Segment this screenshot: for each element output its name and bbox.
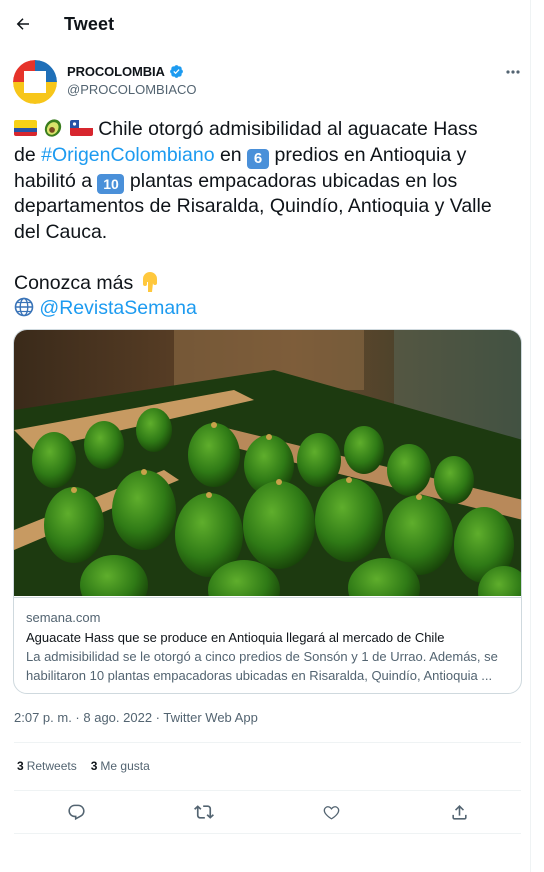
reply-button[interactable] (61, 797, 91, 827)
card-domain: semana.com (26, 610, 101, 625)
header: Tweet (0, 0, 531, 50)
tweet-segment: en (214, 143, 248, 166)
action-bar (0, 797, 531, 827)
arrow-left-icon (16, 18, 29, 30)
reply-icon (67, 804, 85, 820)
divider (14, 742, 521, 743)
card-title: Aguacate Hass que se produce en Antioqui… (26, 630, 445, 645)
card-description-line-2: habilitaron 10 plantas empacadoras ubica… (26, 668, 493, 683)
card-body: semana.com Aguacate Hass que se produce … (14, 597, 521, 693)
pointing-down-hand-icon (142, 271, 157, 292)
retweets-label: Retweets (26, 759, 77, 773)
tweet-line-mention: @RevistaSemana (14, 296, 514, 322)
tweet-line-conozca: Conozca más (14, 271, 514, 297)
tweet-meta: 2:07 p. m. · 8 ago. 2022 · Twitter Web A… (14, 710, 258, 725)
author-handle[interactable]: @PROCOLOMBIACO (67, 82, 197, 97)
tweet-segment: habilitó a (14, 169, 98, 192)
author-name-text: PROCOLOMBIA (67, 64, 165, 79)
meta-separator: · (152, 710, 164, 725)
page-title: Tweet (64, 14, 115, 34)
like-button[interactable] (316, 797, 346, 827)
share-button[interactable] (444, 797, 474, 827)
tweet-time[interactable]: 2:07 p. m. (14, 710, 72, 725)
tweet-line-1: Chile otorgó admisibilidad al aguacate H… (14, 117, 514, 143)
keycap-number: 6 (247, 148, 270, 169)
heart-icon (323, 805, 339, 820)
procolombia-logo (13, 60, 57, 104)
card-image (14, 330, 521, 596)
share-icon (451, 804, 467, 820)
card-description-line-1: La admisibilidad se le otorgó a cinco pr… (26, 649, 498, 664)
mention-link[interactable]: @RevistaSemana (39, 297, 196, 319)
likes-stat[interactable]: 3 Me gusta (91, 759, 150, 773)
back-button[interactable] (9, 10, 37, 38)
tweet-column: Tweet PROCOLOMBIA @PROCOLOMBIACO Chile o… (0, 0, 531, 872)
tweet-stats: 3 Retweets 3 Me gusta (17, 759, 150, 773)
retweets-stat[interactable]: 3 Retweets (17, 759, 77, 773)
tweet-segment: Conozca más (14, 271, 139, 294)
likes-count: 3 (90, 759, 98, 773)
avocado-icon (45, 119, 62, 137)
tweet-source[interactable]: Twitter Web App (163, 710, 257, 725)
retweet-icon (194, 805, 214, 819)
likes-label: Me gusta (100, 759, 150, 773)
tweet-line-5: del Cauca. (14, 220, 108, 243)
colombia-flag-icon (14, 120, 37, 136)
link-card[interactable]: semana.com Aguacate Hass que se produce … (13, 329, 522, 694)
keycap-number: 10 (97, 173, 125, 194)
globe-icon (14, 297, 34, 317)
author-name[interactable]: PROCOLOMBIA (67, 64, 184, 79)
more-horizontal-icon (506, 70, 520, 74)
tweet-segment: plantas empacadoras ubicadas en los (124, 169, 458, 192)
tweet-line-3: habilitó a 10 plantas empacadoras ubicad… (14, 169, 514, 195)
tweet-line-2: de #OrigenColombiano en 6 predios en Ant… (14, 143, 514, 169)
tweet-segment: predios en Antioquia y (269, 143, 467, 166)
avatar[interactable] (13, 60, 57, 104)
divider (14, 790, 521, 791)
tweet-date[interactable]: 8 ago. 2022 (83, 710, 152, 725)
meta-separator: · (71, 710, 84, 725)
tweet-line-4: departamentos de Risaralda, Quindío, Ant… (14, 195, 492, 217)
tweet-segment: de (14, 143, 42, 166)
retweet-button[interactable] (189, 797, 219, 827)
tweet-segment: Chile otorgó admisibilidad al aguacate H… (98, 118, 478, 140)
more-button[interactable] (501, 62, 525, 82)
retweets-count: 3 (17, 759, 24, 773)
tweet-text: Chile otorgó admisibilidad al aguacate H… (14, 117, 514, 322)
divider (14, 833, 521, 834)
verified-badge-icon (169, 65, 183, 78)
chile-flag-icon (69, 120, 93, 136)
hashtag-link[interactable]: #OrigenColombiano (41, 144, 214, 166)
